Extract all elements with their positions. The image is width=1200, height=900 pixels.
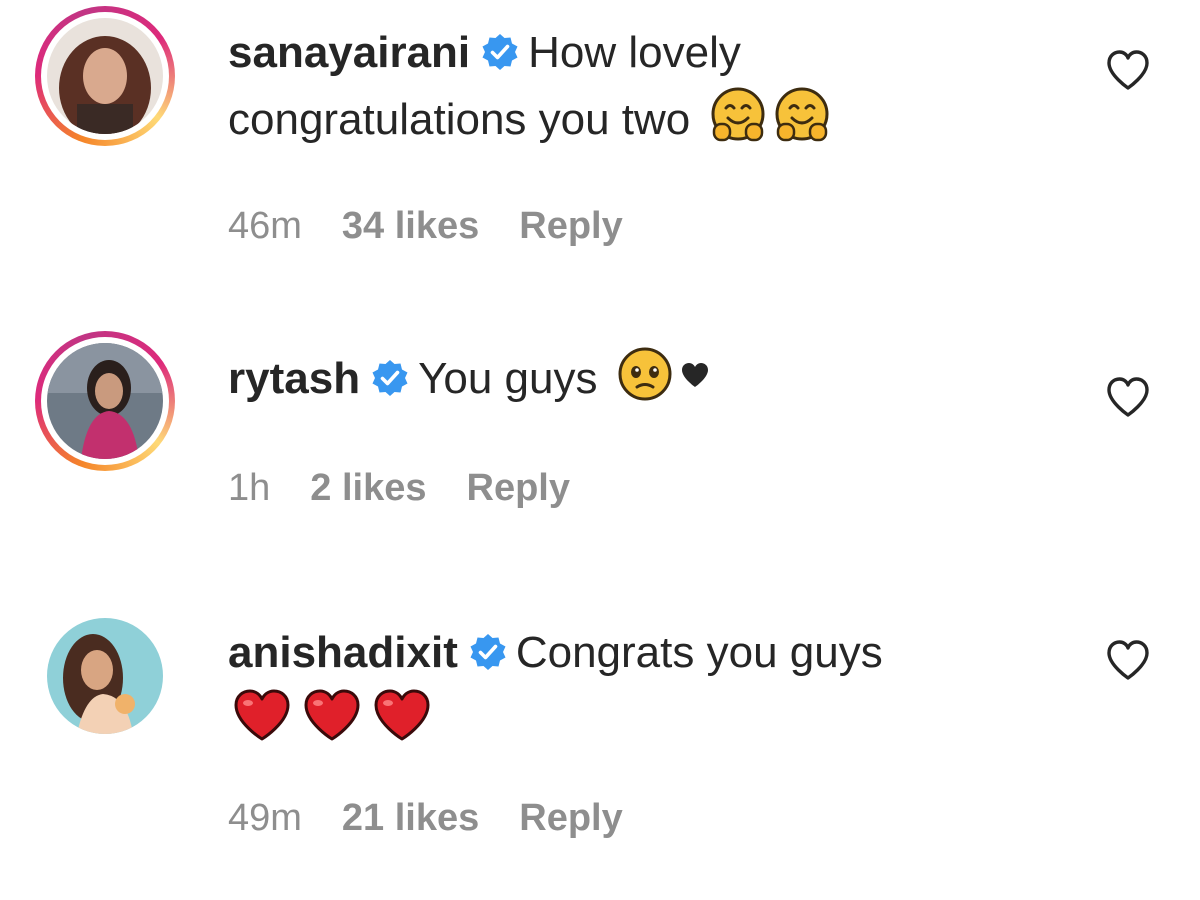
comment-time[interactable]: 49m: [228, 797, 302, 839]
pleading-face-emoji-icon: [618, 347, 672, 401]
avatar-story-ring[interactable]: [35, 6, 175, 146]
avatar[interactable]: [47, 18, 163, 134]
comment-text: How lovely: [528, 28, 741, 77]
comment-likes[interactable]: 21 likes: [342, 797, 479, 839]
comment-body: sanayairani How lovely congratulations yo…: [228, 20, 1028, 153]
comment-list: sanayairani How lovely congratulations yo…: [0, 0, 1200, 900]
comment-body: rytash You guys: [228, 345, 1028, 412]
avatar-story-ring[interactable]: [35, 331, 175, 471]
like-heart-icon[interactable]: [1105, 638, 1151, 682]
avatar-container[interactable]: [35, 606, 175, 746]
username-link[interactable]: sanayairani: [228, 28, 470, 77]
hugging-face-emoji-icon: [711, 87, 765, 142]
hugging-face-emoji-icon: [775, 87, 829, 142]
username-link[interactable]: anishadixit: [228, 628, 458, 677]
comment-text: Congrats you guys: [515, 628, 883, 677]
comment-text: You guys: [418, 354, 598, 403]
comment-meta: 46m 34 likes Reply: [228, 205, 663, 248]
comment-meta: 1h 2 likes Reply: [228, 467, 610, 510]
red-heart-emoji-icon: [234, 689, 290, 741]
like-heart-icon[interactable]: [1105, 48, 1151, 92]
comment-time[interactable]: 46m: [228, 205, 302, 247]
red-heart-emoji-icon: [304, 689, 360, 741]
comment-text: congratulations you two: [228, 95, 691, 144]
reply-button[interactable]: Reply: [519, 205, 622, 247]
comment-likes[interactable]: 34 likes: [342, 205, 479, 247]
comment-body: anishadixit Congrats you guys: [228, 620, 1028, 752]
verified-badge-icon: [482, 34, 518, 70]
like-heart-icon[interactable]: [1105, 375, 1151, 419]
avatar[interactable]: [47, 343, 163, 459]
avatar[interactable]: [47, 618, 163, 734]
reply-button[interactable]: Reply: [467, 467, 570, 509]
red-heart-emoji-icon: [374, 689, 430, 741]
comment-likes[interactable]: 2 likes: [310, 467, 426, 509]
verified-badge-icon: [470, 634, 506, 670]
reply-button[interactable]: Reply: [519, 797, 622, 839]
comment-meta: 49m 21 likes Reply: [228, 797, 663, 840]
verified-badge-icon: [372, 360, 408, 396]
username-link[interactable]: rytash: [228, 354, 360, 403]
comment-time[interactable]: 1h: [228, 467, 270, 509]
black-heart-emoji-icon: [681, 363, 708, 387]
